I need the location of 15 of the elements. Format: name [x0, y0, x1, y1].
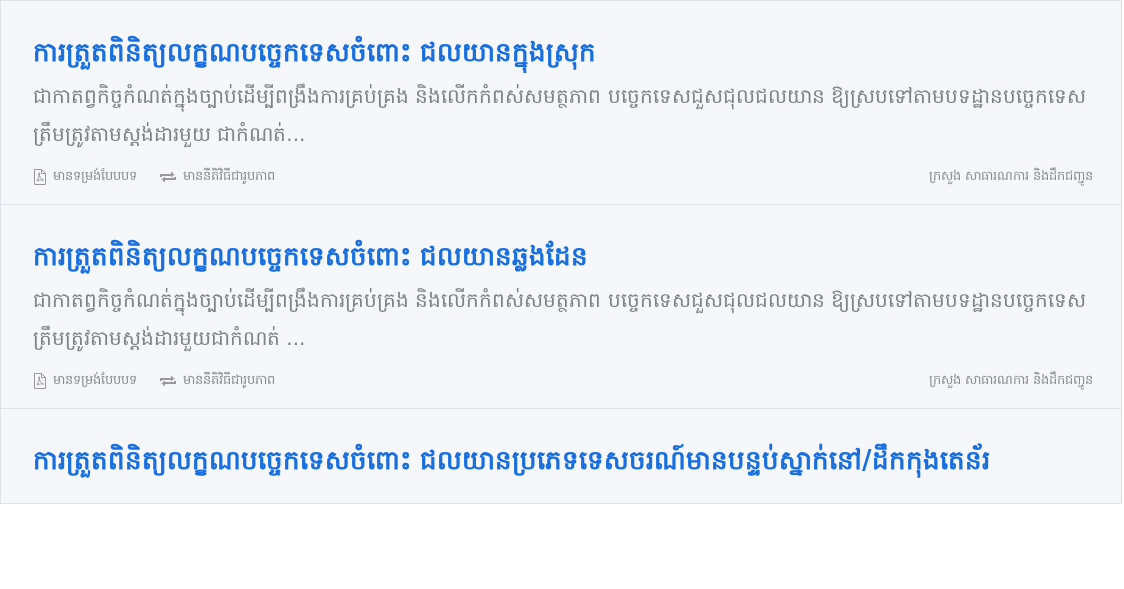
pdf-file-icon: [33, 372, 47, 389]
procedure-label: មាននីតិវិធីជារូបភាព: [183, 167, 275, 186]
ministry-name: ក្រសួង សាធារណការ និងដឹកជញ្ជូន: [928, 167, 1093, 186]
result-title-link[interactable]: ការត្រួតពិនិត្យលក្ខណបច្ចេកទេសចំពោះ ជលយានប្រភេទទេសចរណ៍មានបន្ទប់ស្នាក់នៅ/ដឹកកុងតេន័រ: [33, 435, 1093, 485]
repeat-arrows-icon: [159, 374, 177, 387]
procedure-label: មាននីតិវិធីជារូបភាព: [183, 371, 275, 390]
ministry-name: ក្រសួង សាធារណការ និងដឹកជញ្ជូន: [928, 371, 1093, 390]
result-title-link[interactable]: ការត្រួតពិនិត្យលក្ខណបច្ចេកទេសចំពោះ ជលយានឆ្លងដែន: [33, 231, 1093, 281]
pdf-file-icon: [33, 168, 47, 185]
result-description: ជាកាតព្វកិច្ចកំណត់ក្នុងច្បាប់ដើម្បីពង្រឹងការគ្រប់គ្រង និងលើកកំពស់សមត្ថភាព បច្ចេកទេសជួសជុលជលយាន ឱ្យស្របទៅតាមបទដ្ឋានបច្ចេកទេសត្រឹមត្រូវតាមស្តង់ដារមួយ ជាកំណត់...: [33, 82, 1088, 150]
repeat-arrows-icon: [159, 170, 177, 183]
result-description: ជាកាតព្វកិច្ចកំណត់ក្នុងច្បាប់ដើម្បីពង្រឹងការគ្រប់គ្រង និងលើកកំពស់សមត្ថភាព បច្ចេកទេសជួសជុលជលយាន ឱ្យស្របទៅតាមបទដ្ឋានបច្ចេកទេសត្រឹមត្រូវតាមស្តង់ដារមួយជាកំណត់ ...: [33, 286, 1088, 354]
result-title-link[interactable]: ការត្រួតពិនិត្យលក្ខណបច្ចេកទេសចំពោះ ជលយានក្នុងស្រុក: [33, 27, 1093, 77]
form-available-label: មានទម្រង់បែបបទ: [53, 371, 137, 390]
form-available-label: មានទម្រង់បែបបទ: [53, 167, 137, 186]
